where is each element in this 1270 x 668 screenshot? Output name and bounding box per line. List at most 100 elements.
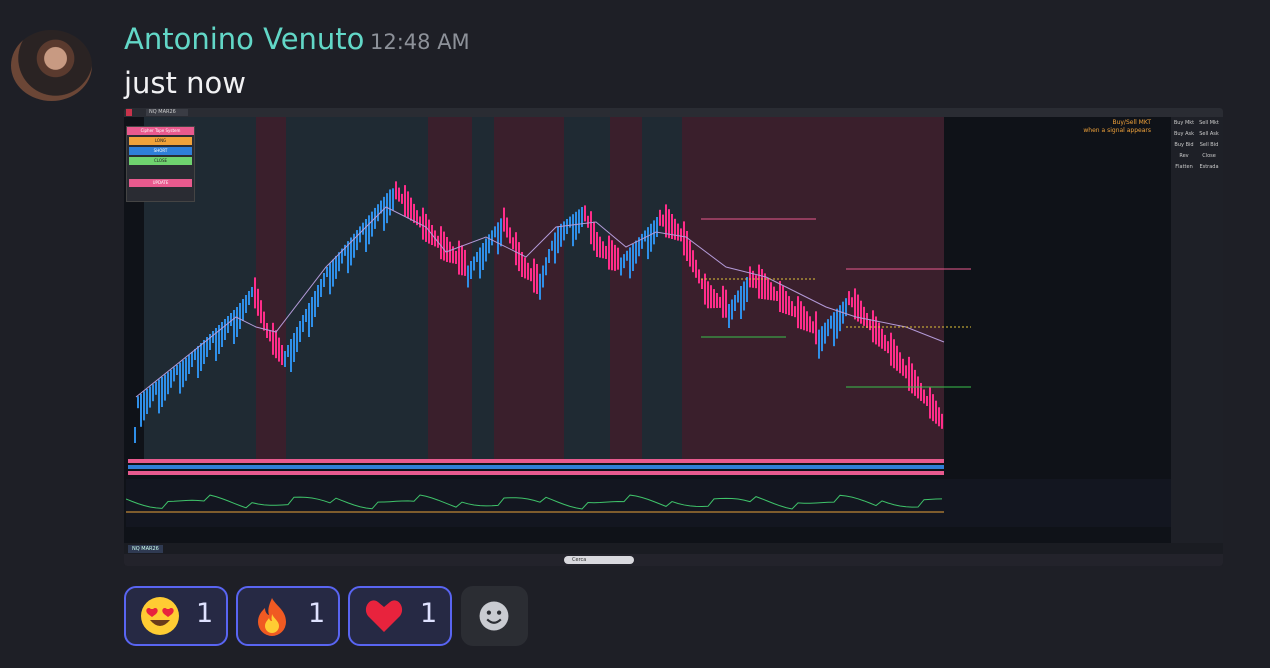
candle [440,226,442,260]
candle [470,261,472,279]
candle [929,387,931,419]
candle [401,193,403,204]
reverse-button[interactable]: Rev [1172,152,1196,161]
candle [329,263,331,295]
candle [557,226,559,254]
candle [713,289,715,309]
candle [749,266,751,288]
candle [866,313,868,328]
candle [659,209,661,226]
candle [941,413,943,429]
candle [800,301,802,330]
chart-tab[interactable]: NQ MAR26 [128,545,163,553]
candle [827,319,829,337]
candle [815,311,817,345]
author-name[interactable]: Antonino Venuto [124,22,364,56]
candle [674,218,676,240]
candle [509,227,511,244]
candle [458,240,460,275]
candle [143,391,145,421]
candle [614,244,616,271]
candle [473,256,475,271]
candle [398,187,400,202]
banner-line-1: Buy/Sell MKT [1112,119,1151,126]
candle [236,307,238,337]
taskbar-search[interactable]: Cerca [564,556,634,564]
buy-ask-button[interactable]: Buy Ask [1172,130,1196,139]
candle [791,301,793,317]
candle [695,259,697,278]
order-widget[interactable]: Cipher Tape System LONG SHORT CLOSE UPDA… [126,126,195,202]
candle [833,312,835,347]
candle [788,296,790,316]
update-button[interactable]: UPDATE [129,179,192,187]
sell-bid-button[interactable]: Sell Bid [1197,141,1221,150]
sell-mkt-button[interactable]: Sell Mkt [1197,119,1221,128]
sell-ask-button[interactable]: Sell Ask [1197,130,1221,139]
candle [710,285,712,309]
candle [572,214,574,247]
candle [569,216,571,228]
candle [533,258,535,293]
candle [404,185,406,217]
reaction-red-heart[interactable]: 1 [348,586,452,646]
candle [794,306,796,318]
candle [332,259,334,287]
message-text: just now [124,66,246,100]
buy-mkt-button[interactable]: Buy Mkt [1172,119,1196,128]
reaction-fire[interactable]: 1 [236,586,340,646]
candle [683,221,685,256]
candle [515,232,517,266]
candle [443,231,445,261]
trading-chart [126,117,1171,527]
flatten-button[interactable]: Flatten [1172,163,1196,172]
candle [422,207,424,240]
candle [704,273,706,305]
candle [497,222,499,255]
candle [782,286,784,314]
candle [809,316,811,333]
candle [365,219,367,252]
candle [146,389,148,414]
candle [536,264,538,294]
candle [737,290,739,303]
banner-line-2: when a signal appears [1083,127,1151,134]
candle [731,299,733,320]
candle [290,339,292,372]
candle [539,273,541,300]
candle [923,389,925,404]
author-avatar[interactable] [11,30,92,101]
candle [209,334,211,350]
candle [278,337,280,362]
candle [830,315,832,329]
candle [272,322,274,355]
candle [692,250,694,273]
os-taskbar: Cerca [124,554,1223,566]
candle [467,265,469,288]
candle [698,269,700,284]
candle [626,250,628,261]
candle [629,247,631,279]
candle [785,291,787,315]
smiley-icon [479,601,509,631]
candle [530,268,532,282]
buy-bid-button[interactable]: Buy Bid [1172,141,1196,150]
attached-screenshot[interactable]: NQ MAR26 Cipher Tape System LONG SHORT C… [124,108,1223,566]
close-button[interactable]: CLOSE [129,157,192,165]
candle [554,232,556,264]
reaction-heart-eyes[interactable]: 1 [124,586,228,646]
candle [248,291,250,305]
candle [344,244,346,256]
candle [773,286,775,301]
close-position-button[interactable]: Close [1197,152,1221,161]
add-reaction-button[interactable] [461,586,528,646]
candle [137,396,139,409]
estrada-button[interactable]: Estrada [1197,163,1221,172]
candle [269,330,271,342]
long-button[interactable]: LONG [129,137,192,145]
candle [491,230,493,246]
short-button[interactable]: SHORT [129,147,192,155]
candle [233,310,235,344]
candle [197,346,199,378]
candle [446,237,448,262]
